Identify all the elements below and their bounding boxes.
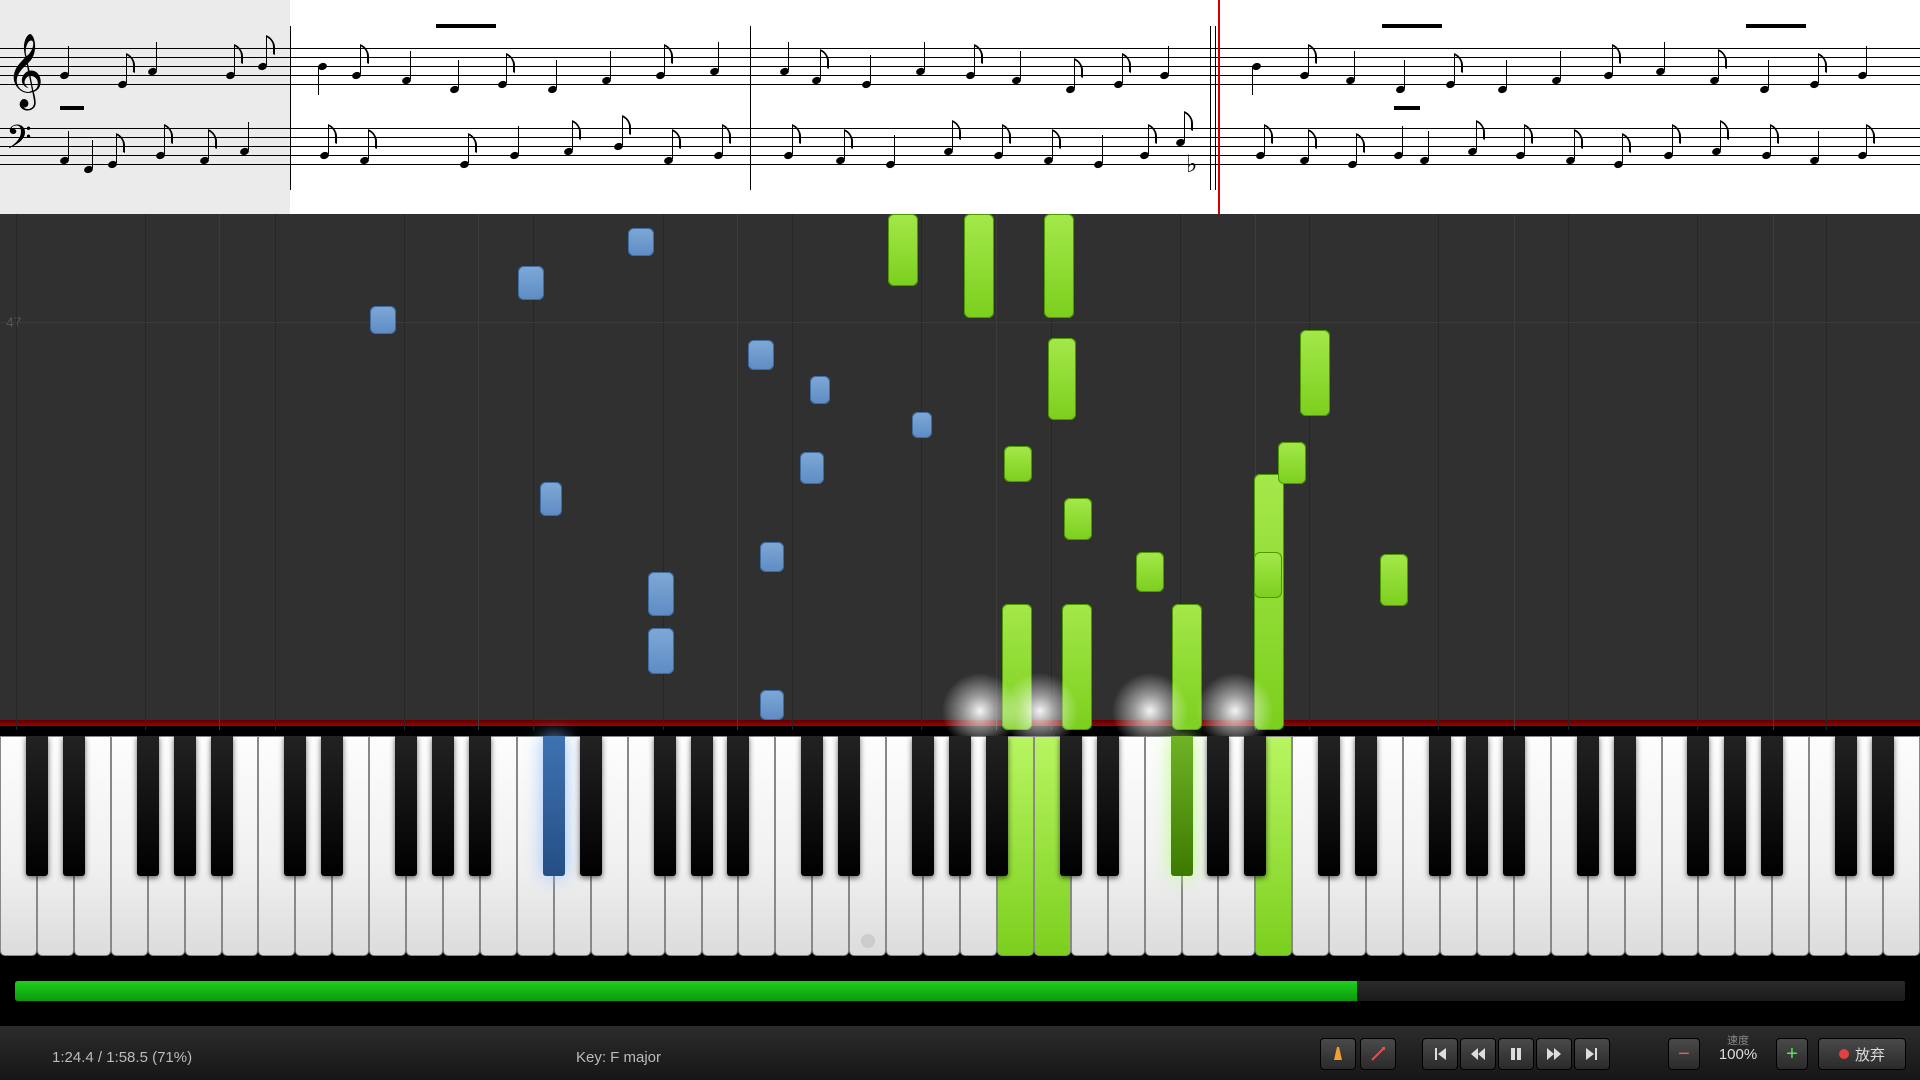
key-signature-text: Key: F major <box>576 1049 661 1066</box>
black-key[interactable] <box>1355 736 1377 876</box>
falling-note <box>1048 338 1076 420</box>
hit-rail-dark <box>0 726 1920 732</box>
black-key[interactable] <box>1207 736 1229 876</box>
falling-note <box>518 266 544 300</box>
black-key[interactable] <box>1614 736 1636 876</box>
record-icon <box>1839 1049 1849 1059</box>
black-key[interactable] <box>1761 736 1783 876</box>
black-key[interactable] <box>691 736 713 876</box>
song-progress-fill <box>15 981 1357 1001</box>
falling-note <box>648 572 674 616</box>
falling-note <box>888 214 918 286</box>
falling-note <box>760 542 784 572</box>
abandon-label: 放弃 <box>1855 1044 1885 1065</box>
middle-c-marker <box>861 934 875 948</box>
piano-keyboard[interactable] <box>0 736 1920 966</box>
falling-note <box>748 340 774 370</box>
falling-note <box>1064 498 1092 540</box>
black-key[interactable] <box>1724 736 1746 876</box>
falling-note <box>628 228 654 256</box>
black-key[interactable] <box>321 736 343 876</box>
black-key[interactable] <box>654 736 676 876</box>
song-progress-bar[interactable] <box>14 980 1906 1002</box>
falling-note <box>1002 604 1032 730</box>
speed-control: 速度 − 100% + <box>1668 1034 1808 1074</box>
black-key[interactable] <box>1577 736 1599 876</box>
sheet-music-area[interactable]: 𝄞 𝄢 ♭ <box>0 0 1920 214</box>
black-key[interactable] <box>1466 736 1488 876</box>
falling-note <box>964 214 994 318</box>
black-key[interactable] <box>1171 736 1193 876</box>
black-key[interactable] <box>432 736 454 876</box>
black-key[interactable] <box>986 736 1008 876</box>
note-fall-lane[interactable]: 47 <box>0 214 1920 730</box>
falling-note <box>1380 554 1408 606</box>
black-key[interactable] <box>1872 736 1894 876</box>
black-key[interactable] <box>727 736 749 876</box>
falling-note <box>1254 552 1282 598</box>
falling-note <box>1172 604 1202 730</box>
falling-note <box>1254 474 1284 730</box>
speed-label: 速度 <box>1668 1032 1808 1048</box>
black-key[interactable] <box>211 736 233 876</box>
status-bar: 1:24.4 / 1:58.5 (71%) Key: F major 速度 − … <box>0 1026 1920 1080</box>
falling-note <box>810 376 830 404</box>
falling-note <box>370 306 396 334</box>
falling-note <box>1044 214 1074 318</box>
falling-note <box>1300 330 1330 416</box>
black-key[interactable] <box>949 736 971 876</box>
black-key[interactable] <box>912 736 934 876</box>
falling-note <box>912 412 932 438</box>
black-key[interactable] <box>137 736 159 876</box>
skip-end-button[interactable] <box>1574 1038 1610 1070</box>
black-key[interactable] <box>284 736 306 876</box>
black-key[interactable] <box>1835 736 1857 876</box>
black-key[interactable] <box>1097 736 1119 876</box>
black-key[interactable] <box>395 736 417 876</box>
black-key[interactable] <box>174 736 196 876</box>
black-key[interactable] <box>1503 736 1525 876</box>
black-key[interactable] <box>26 736 48 876</box>
falling-note <box>800 452 824 484</box>
black-key[interactable] <box>1060 736 1082 876</box>
metronome-button[interactable] <box>1320 1038 1356 1070</box>
black-key[interactable] <box>63 736 85 876</box>
black-key[interactable] <box>580 736 602 876</box>
black-key[interactable] <box>543 736 565 876</box>
black-key[interactable] <box>838 736 860 876</box>
skip-start-button[interactable] <box>1422 1038 1458 1070</box>
falling-note <box>1062 604 1092 730</box>
rewind-button[interactable] <box>1460 1038 1496 1070</box>
falling-note <box>760 690 784 720</box>
sheet-played-shade <box>0 0 290 214</box>
black-key[interactable] <box>1687 736 1709 876</box>
black-key[interactable] <box>469 736 491 876</box>
black-key[interactable] <box>801 736 823 876</box>
black-key[interactable] <box>1429 736 1451 876</box>
falling-note <box>1004 446 1032 482</box>
forward-button[interactable] <box>1536 1038 1572 1070</box>
falling-note <box>540 482 562 516</box>
time-position-text: 1:24.4 / 1:58.5 (71%) <box>52 1049 192 1066</box>
black-key[interactable] <box>1318 736 1340 876</box>
loop-button[interactable] <box>1360 1038 1396 1070</box>
pause-button[interactable] <box>1498 1038 1534 1070</box>
abandon-button[interactable]: 放弃 <box>1818 1038 1906 1070</box>
falling-note <box>648 628 674 674</box>
black-key[interactable] <box>1244 736 1266 876</box>
falling-note <box>1278 442 1306 484</box>
speed-value: 100% <box>1700 1046 1776 1063</box>
flat-accidental-icon: ♭ <box>1186 150 1197 179</box>
falling-note <box>1136 552 1164 592</box>
